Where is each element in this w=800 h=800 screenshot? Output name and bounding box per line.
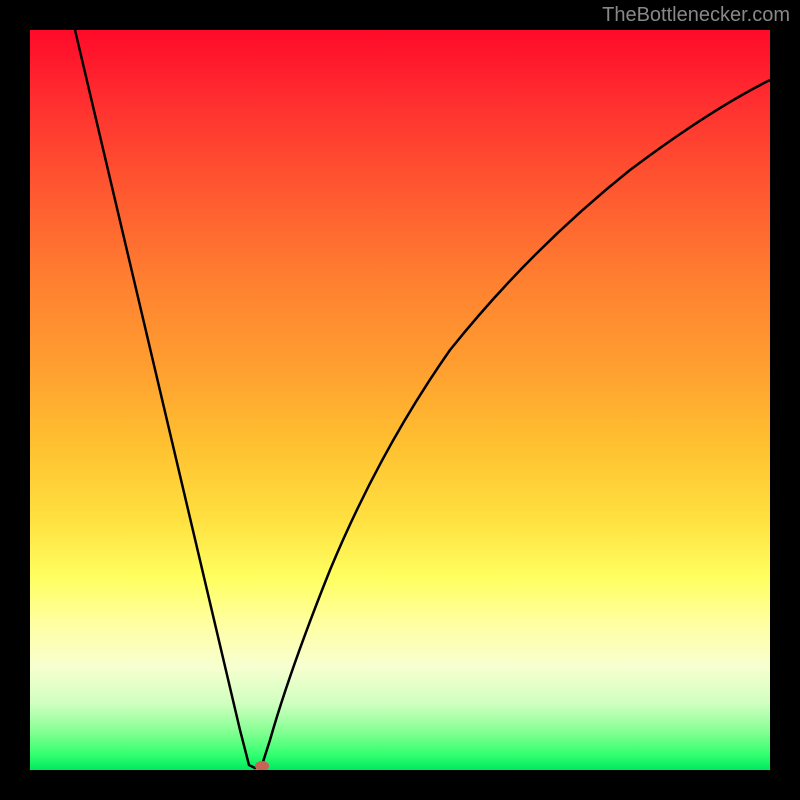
bottleneck-curve-svg — [30, 30, 770, 770]
bottleneck-curve — [75, 30, 770, 768]
optimal-point-marker — [255, 761, 269, 770]
watermark-text: TheBottlenecker.com — [602, 4, 790, 27]
